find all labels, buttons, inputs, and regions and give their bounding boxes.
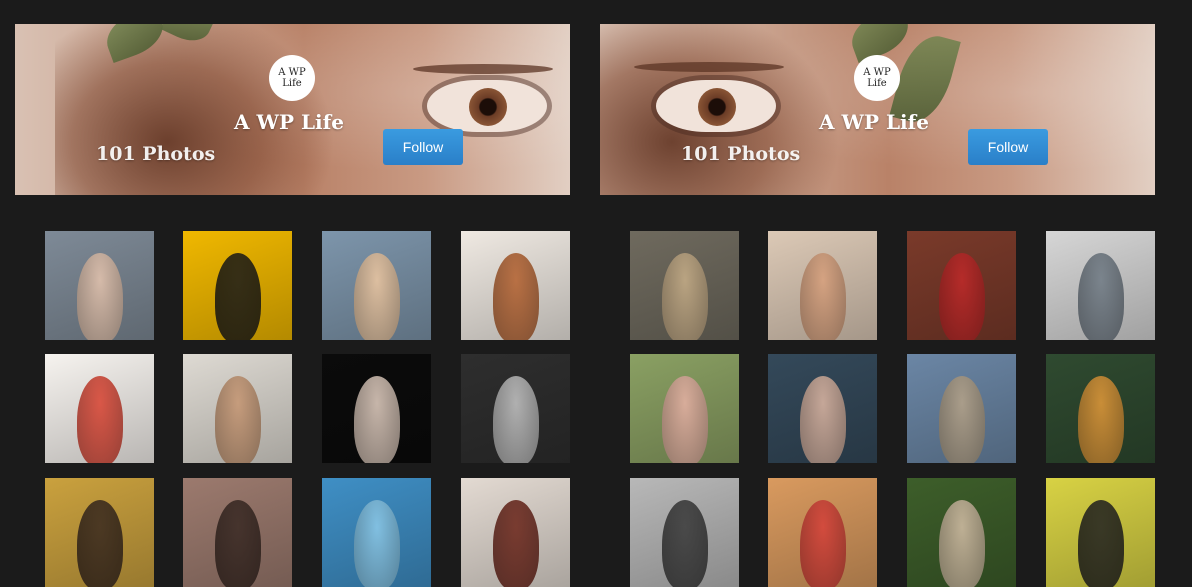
photo-subject [354, 500, 400, 587]
photo-thumbnail[interactable] [768, 354, 877, 463]
photo-subject [939, 376, 985, 463]
photo-subject [1078, 253, 1124, 340]
photo-subject [939, 500, 985, 587]
photo-thumbnail[interactable] [183, 231, 292, 340]
logo-line-2: Life [867, 78, 887, 89]
photo-thumbnail[interactable] [183, 354, 292, 463]
photo-thumbnail[interactable] [1046, 231, 1155, 340]
profile-name: A WP Life [234, 110, 344, 134]
logo-line-2: Life [282, 78, 302, 89]
photo-thumbnail[interactable] [322, 231, 431, 340]
photo-subject [215, 500, 261, 587]
photo-thumbnail[interactable] [907, 478, 1016, 587]
photo-thumbnail[interactable] [322, 478, 431, 587]
photo-subject [77, 500, 123, 587]
banner-eye [656, 80, 776, 132]
banner-iris [469, 88, 507, 126]
photo-thumbnail[interactable] [768, 478, 877, 587]
profile-header-banner: A WP Life A WP Life 101 Photos Follow [15, 24, 570, 195]
photo-thumbnail[interactable] [630, 478, 739, 587]
photo-thumbnail[interactable] [45, 231, 154, 340]
photo-subject [939, 253, 985, 340]
photo-thumbnail[interactable] [461, 231, 570, 340]
photo-subject [800, 500, 846, 587]
photo-subject [662, 253, 708, 340]
photo-thumbnail[interactable] [183, 478, 292, 587]
photo-subject [662, 500, 708, 587]
photo-subject [800, 253, 846, 340]
photo-subject [493, 500, 539, 587]
photo-thumbnail[interactable] [1046, 478, 1155, 587]
photo-thumbnail[interactable] [461, 478, 570, 587]
logo-line-1: A WP [278, 67, 306, 78]
instagram-widget-right: A WP Life A WP Life 101 Photos Follow [600, 24, 1155, 587]
banner-iris [698, 88, 736, 126]
photo-thumbnail[interactable] [907, 354, 1016, 463]
photo-thumbnail[interactable] [630, 231, 739, 340]
profile-header-banner: A WP Life A WP Life 101 Photos Follow [600, 24, 1155, 195]
profile-name: A WP Life [819, 110, 929, 134]
photo-subject [215, 376, 261, 463]
photo-subject [215, 253, 261, 340]
photo-thumbnail[interactable] [322, 354, 431, 463]
photo-count: 101 Photos [96, 143, 216, 165]
photo-subject [493, 253, 539, 340]
photo-thumbnail[interactable] [630, 354, 739, 463]
photo-count: 101 Photos [681, 143, 801, 165]
banner-eyebrow [634, 62, 784, 72]
photo-subject [1078, 376, 1124, 463]
photo-subject [354, 376, 400, 463]
photo-thumbnail[interactable] [45, 478, 154, 587]
photo-subject [1078, 500, 1124, 587]
photo-subject [354, 253, 400, 340]
instagram-widget-left: A WP Life A WP Life 101 Photos Follow [15, 24, 570, 587]
photo-thumbnail[interactable] [461, 354, 570, 463]
banner-eyebrow [413, 64, 553, 74]
follow-button[interactable]: Follow [383, 129, 463, 165]
logo-line-1: A WP [863, 67, 891, 78]
photo-subject [77, 376, 123, 463]
profile-logo[interactable]: A WP Life [269, 55, 315, 101]
profile-logo[interactable]: A WP Life [854, 55, 900, 101]
photo-thumbnail[interactable] [768, 231, 877, 340]
follow-button[interactable]: Follow [968, 129, 1048, 165]
photo-thumbnail[interactable] [1046, 354, 1155, 463]
photo-thumbnail[interactable] [907, 231, 1016, 340]
banner-eye [427, 80, 547, 132]
photo-thumbnail[interactable] [45, 354, 154, 463]
photo-subject [800, 376, 846, 463]
photo-subject [493, 376, 539, 463]
photo-subject [77, 253, 123, 340]
photo-subject [662, 376, 708, 463]
